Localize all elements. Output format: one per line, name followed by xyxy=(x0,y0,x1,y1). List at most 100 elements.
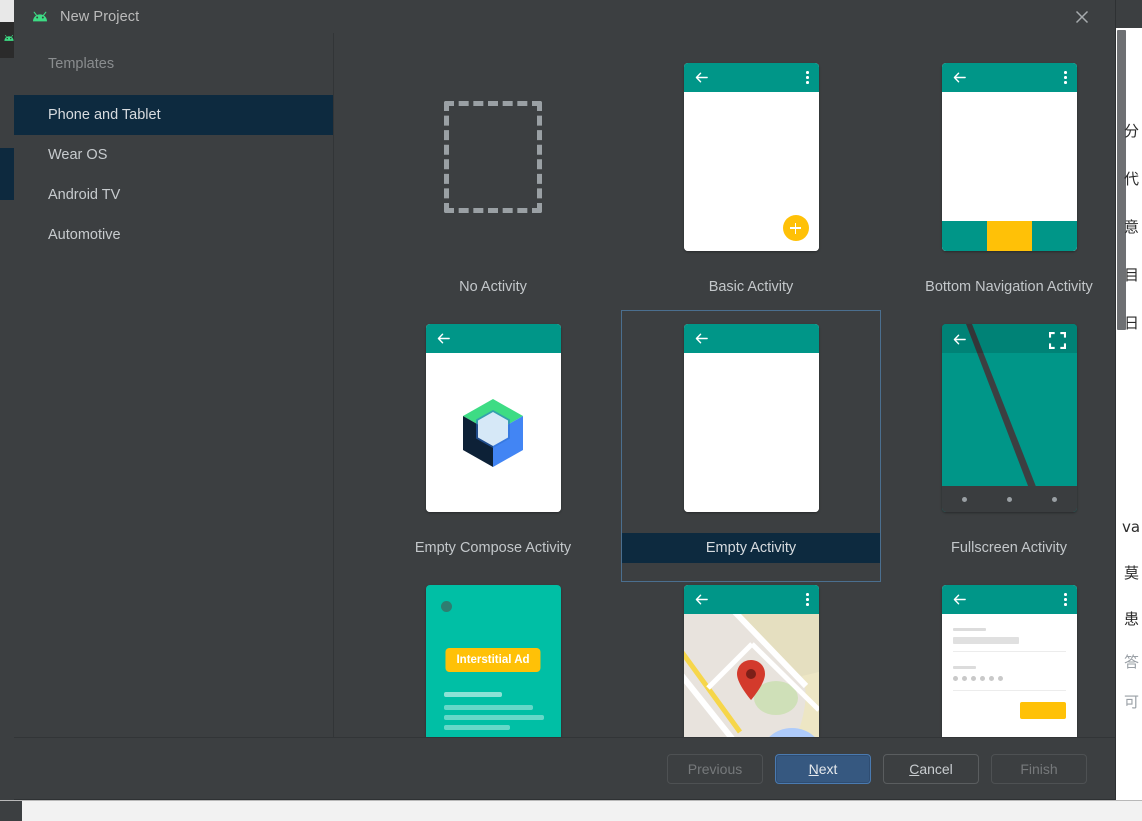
cancel-button[interactable]: Cancel xyxy=(883,753,979,784)
template-card-basic-activity[interactable]: Basic Activity xyxy=(622,41,880,302)
content-area xyxy=(941,614,1077,737)
field-label-placeholder xyxy=(952,666,976,669)
template-card-fullscreen-activity[interactable]: Fullscreen Activity xyxy=(880,302,1115,563)
overflow-menu-icon xyxy=(806,71,809,86)
avatar-placeholder-icon xyxy=(440,601,452,612)
bottom-nav-item xyxy=(1031,221,1077,251)
template-thumbnail-empty-activity xyxy=(683,324,819,512)
back-arrow-icon xyxy=(953,594,966,605)
background-text-4: 目 xyxy=(1124,266,1140,284)
bottom-nav-item xyxy=(941,221,987,251)
dialog-body: Templates Phone and Tablet Wear OS Andro… xyxy=(14,33,1115,737)
field-label-placeholder xyxy=(952,628,986,631)
template-label: Empty Compose Activity xyxy=(414,540,572,556)
new-project-dialog: New Project Templates Phone and Tablet W… xyxy=(14,0,1116,800)
sidebar-item-android-tv[interactable]: Android TV xyxy=(14,175,333,215)
background-left-selected-row xyxy=(0,148,14,200)
app-bar xyxy=(683,63,819,92)
sidebar-item-label: Phone and Tablet xyxy=(48,107,161,123)
android-icon xyxy=(33,11,47,21)
template-thumbnail-empty-compose-activity xyxy=(425,324,561,512)
template-card-admob-ads-activity[interactable]: Interstitial Ad Google AdMob Ads Activit… xyxy=(364,563,622,737)
window-status-strip-left xyxy=(0,801,22,821)
finish-button-label: Finish xyxy=(1020,760,1058,777)
templates-grid: No Activity Basic Activity Bottom Naviga… xyxy=(334,33,1115,737)
bottom-navigation-bar xyxy=(941,221,1077,251)
template-card-google-maps-activity[interactable]: Google Maps Activity xyxy=(622,563,880,737)
floating-action-button-icon xyxy=(782,215,809,241)
app-bar xyxy=(425,324,561,353)
content-area xyxy=(683,353,819,512)
background-text-2: 代 xyxy=(1124,170,1140,188)
template-label: Basic Activity xyxy=(708,279,794,295)
back-arrow-icon xyxy=(437,333,450,344)
back-arrow-icon xyxy=(695,333,708,344)
back-arrow-icon xyxy=(695,594,708,605)
nav-dot xyxy=(1006,496,1012,502)
cancel-button-mnemonic: C xyxy=(909,760,920,777)
interstitial-ad-badge: Interstitial Ad xyxy=(445,648,541,672)
background-left-white xyxy=(0,0,14,22)
template-card-bottom-navigation-activity[interactable]: Bottom Navigation Activity xyxy=(880,41,1115,302)
template-card-no-activity[interactable]: No Activity xyxy=(364,41,622,302)
previous-button[interactable]: Previous xyxy=(667,753,763,784)
sidebar-item-wear-os[interactable]: Wear OS xyxy=(14,135,333,175)
bottom-nav-item-active xyxy=(986,221,1032,251)
content-area xyxy=(683,92,819,251)
system-navigation-bar xyxy=(941,486,1077,512)
placeholder-line xyxy=(443,725,510,730)
dialog-title: New Project xyxy=(60,8,140,25)
background-text-1: 分 xyxy=(1124,122,1140,140)
next-button-label: ext xyxy=(818,760,838,777)
background-left-rest xyxy=(0,200,14,760)
dashed-placeholder-icon xyxy=(444,101,542,213)
template-thumbnail-admob-ads-activity: Interstitial Ad xyxy=(425,585,561,737)
previous-button-label: Previous xyxy=(687,760,743,777)
app-bar xyxy=(941,585,1077,614)
next-button-mnemonic: N xyxy=(808,760,819,777)
template-thumbnail-google-maps-activity xyxy=(683,585,819,737)
next-button[interactable]: Next xyxy=(775,753,871,784)
template-card-login-activity[interactable]: Login Activity xyxy=(880,563,1115,737)
background-text-5: 日 xyxy=(1124,314,1140,332)
sidebar-item-label: Automotive xyxy=(48,227,121,243)
content-area xyxy=(425,353,561,512)
sidebar-item-automotive[interactable]: Automotive xyxy=(14,215,333,255)
sidebar-item-phone-and-tablet[interactable]: Phone and Tablet xyxy=(14,95,333,135)
template-label: Fullscreen Activity xyxy=(950,540,1068,556)
content-area xyxy=(941,92,1077,251)
username-field-placeholder xyxy=(952,637,1019,644)
close-icon[interactable] xyxy=(1071,6,1093,28)
app-bar xyxy=(683,585,819,614)
sidebar-item-label: Android TV xyxy=(48,187,121,203)
jetpack-compose-logo-icon xyxy=(463,398,523,467)
background-editor-tabbar xyxy=(1116,0,1142,28)
app-bar xyxy=(683,324,819,353)
cancel-button-label: ancel xyxy=(919,760,953,777)
field-underline xyxy=(952,651,1066,652)
background-text-8: 患 xyxy=(1124,610,1140,628)
background-text-10: 可 xyxy=(1124,693,1140,711)
background-left-tile xyxy=(0,60,14,148)
overflow-menu-icon xyxy=(1064,593,1067,608)
template-thumbnail-basic-activity xyxy=(683,63,819,251)
fullscreen-expand-icon xyxy=(1048,332,1066,349)
field-underline xyxy=(952,690,1066,691)
back-arrow-icon xyxy=(953,334,966,345)
template-thumbnail-no-activity xyxy=(444,63,542,251)
templates-grid-pane: No Activity Basic Activity Bottom Naviga… xyxy=(334,33,1115,737)
background-text-7: 莫 xyxy=(1124,564,1140,582)
nav-dot xyxy=(961,496,967,502)
window-status-strip xyxy=(0,801,1142,821)
finish-button[interactable]: Finish xyxy=(991,753,1087,784)
overflow-menu-icon xyxy=(1064,71,1067,86)
background-text-3: 意 xyxy=(1124,218,1140,236)
template-card-empty-compose-activity[interactable]: Empty Compose Activity xyxy=(364,302,622,563)
templates-sidebar: Templates Phone and Tablet Wear OS Andro… xyxy=(14,33,334,737)
template-card-empty-activity[interactable]: Empty Activity xyxy=(621,302,881,582)
sidebar-item-label: Wear OS xyxy=(48,147,108,163)
nav-dot xyxy=(1051,496,1057,502)
password-field-placeholder xyxy=(952,676,1003,681)
template-thumbnail-bottom-navigation-activity xyxy=(941,63,1077,251)
overflow-menu-icon xyxy=(806,593,809,608)
